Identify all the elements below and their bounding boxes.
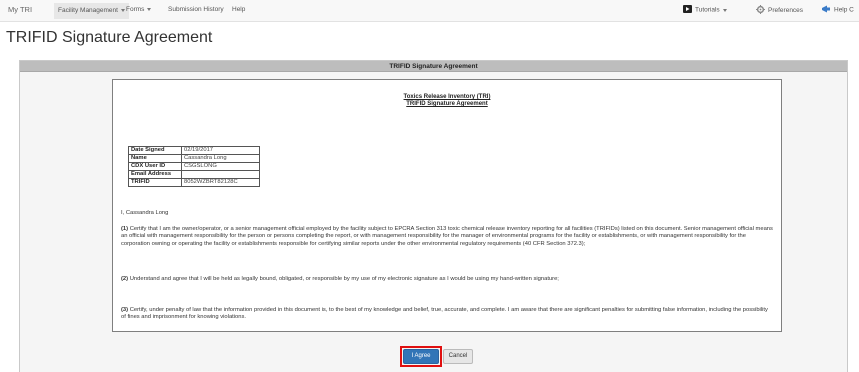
signature-panel: TRIFID Signature Agreement Toxics Releas… xyxy=(19,60,848,372)
nav-facility-management-label: Facility Management xyxy=(58,7,118,14)
info-key: Date Signed xyxy=(128,146,182,155)
chevron-down-icon xyxy=(147,7,152,11)
nav-help-right-label: Help C xyxy=(834,6,854,14)
document-subtitle: TRIFID Signature Agreement xyxy=(406,101,488,107)
i-agree-button[interactable]: I Agree xyxy=(403,349,439,364)
info-value: Cassandra Long xyxy=(181,154,260,163)
nav-submission-history[interactable]: Submission History xyxy=(168,6,224,13)
agreement-document: Toxics Release Inventory (TRI) TRIFID Si… xyxy=(112,79,782,332)
nav-facility-management[interactable]: Facility Management xyxy=(54,3,129,19)
info-key: Email Address xyxy=(128,170,182,179)
chevron-down-icon xyxy=(120,8,125,12)
info-value: 02/19/2017 xyxy=(181,146,260,155)
nav-preferences-label: Preferences xyxy=(768,7,804,15)
table-row: Email Address xyxy=(128,170,260,179)
signer-info-table: Date Signed 02/19/2017 Name Cassandra Lo… xyxy=(128,146,260,187)
info-key: TRIFID xyxy=(128,178,182,187)
page-title: TRIFID Signature Agreement xyxy=(6,29,213,46)
nav-forms[interactable]: Forms xyxy=(126,6,152,13)
nav-preferences[interactable]: Preferences xyxy=(756,5,803,16)
cancel-button[interactable]: Cancel xyxy=(443,349,473,364)
help-megaphone-icon xyxy=(822,5,831,15)
nav-tutorials[interactable]: Tutorials xyxy=(683,5,727,15)
chevron-down-icon xyxy=(722,8,727,12)
certification-paragraph-1: (1) Certify that I am the owner/operator… xyxy=(121,226,773,248)
nav-forms-label: Forms xyxy=(126,6,145,13)
info-key: CDX User ID xyxy=(128,162,182,171)
table-row: Name Cassandra Long xyxy=(128,154,260,163)
gear-icon xyxy=(756,5,765,16)
certification-paragraph-3: (3) Certify, under penalty of law that t… xyxy=(121,307,773,322)
nav-help-right[interactable]: Help C xyxy=(822,5,854,15)
nav-brand-my-tri[interactable]: My TRI xyxy=(8,5,32,14)
panel-header: TRIFID Signature Agreement xyxy=(20,61,847,72)
table-row: TRIFID 8052WZBRT82128C xyxy=(128,178,260,187)
nav-tutorials-label: Tutorials xyxy=(695,6,720,14)
intro-statement: I, Cassandra Long xyxy=(121,210,169,216)
table-row: CDX User ID CSGSLONG xyxy=(128,162,260,171)
info-value: 8052WZBRT82128C xyxy=(181,178,260,187)
document-title: Toxics Release Inventory (TRI) xyxy=(403,94,491,100)
video-icon xyxy=(683,5,692,15)
paragraph-text: Certify, under penalty of law that the i… xyxy=(121,307,768,321)
top-navbar: My TRI Facility Management Forms Submiss… xyxy=(0,0,859,22)
certification-paragraph-2: (2) Understand and agree that I will be … xyxy=(121,276,773,283)
table-row: Date Signed 02/19/2017 xyxy=(128,146,260,155)
info-value: CSGSLONG xyxy=(181,162,260,171)
nav-help[interactable]: Help xyxy=(232,6,245,13)
paragraph-text: Understand and agree that I will be held… xyxy=(128,276,559,282)
paragraph-text: Certify that I am the owner/operator, or… xyxy=(121,226,773,247)
info-value xyxy=(181,170,260,179)
info-key: Name xyxy=(128,154,182,163)
